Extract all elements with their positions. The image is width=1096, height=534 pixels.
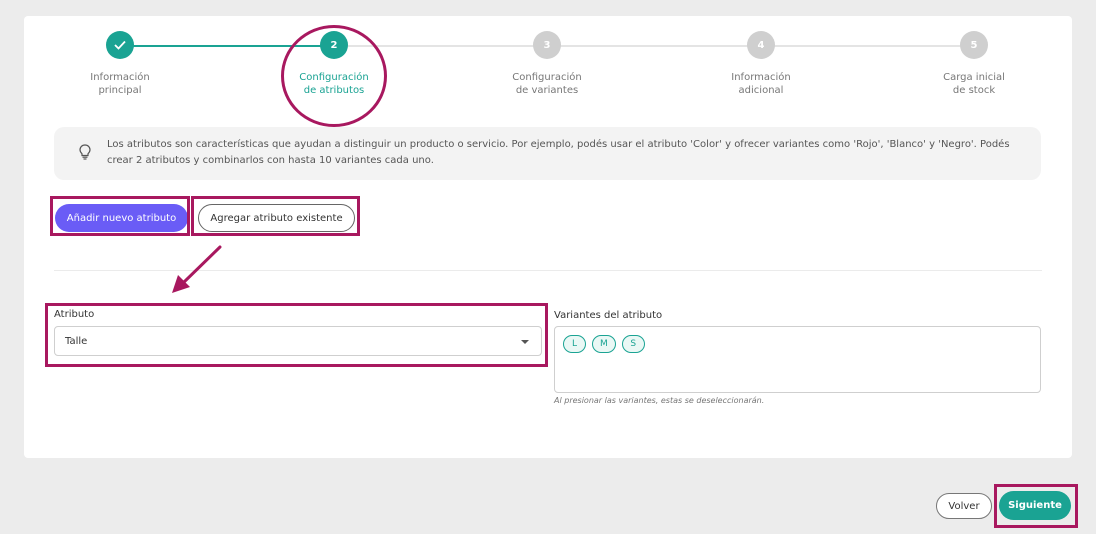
add-new-attribute-button[interactable]: Añadir nuevo atributo: [55, 204, 188, 232]
variant-chip-m[interactable]: M: [592, 335, 616, 353]
variant-chip-l[interactable]: L: [563, 335, 586, 353]
variant-chip-s[interactable]: S: [621, 335, 645, 353]
step-label: Configuración de atributos: [299, 72, 369, 96]
info-text: Los atributos son características que ay…: [107, 139, 1010, 166]
check-icon: [106, 31, 134, 59]
step-informacion-adicional[interactable]: 4 Información adicional: [691, 31, 831, 97]
step-number: 5: [960, 31, 988, 59]
variants-helper-text: Al presionar las variantes, estas se des…: [554, 396, 765, 405]
add-existing-attribute-button[interactable]: Agregar atributo existente: [198, 204, 355, 232]
variants-box: L M S: [554, 326, 1041, 393]
step-label: Información adicional: [731, 72, 791, 96]
step-carga-inicial-stock[interactable]: 5 Carga inicial de stock: [904, 31, 1044, 97]
caret-down-icon: [521, 340, 529, 344]
attribute-label: Atributo: [54, 309, 95, 320]
step-label: Carga inicial de stock: [943, 72, 1005, 96]
annotation-arrow-icon: [172, 245, 222, 293]
step-number: 2: [320, 31, 348, 59]
step-number: 4: [747, 31, 775, 59]
step-label: Configuración de variantes: [512, 72, 582, 96]
step-configuracion-atributos[interactable]: 2 Configuración de atributos: [264, 31, 404, 97]
lightbulb-icon: [79, 144, 91, 166]
next-button[interactable]: Siguiente: [999, 491, 1071, 520]
attribute-select-value: Talle: [65, 335, 88, 347]
step-number: 3: [533, 31, 561, 59]
variants-label: Variantes del atributo: [554, 310, 663, 321]
step-configuracion-variantes[interactable]: 3 Configuración de variantes: [477, 31, 617, 97]
back-button[interactable]: Volver: [936, 493, 992, 519]
step-label: Información principal: [90, 72, 150, 96]
stepper-line-pending: [334, 45, 974, 47]
attribute-select[interactable]: Talle: [54, 326, 542, 356]
step-informacion-principal[interactable]: Información principal: [50, 31, 190, 97]
info-banner: Los atributos son características que ay…: [54, 127, 1041, 180]
